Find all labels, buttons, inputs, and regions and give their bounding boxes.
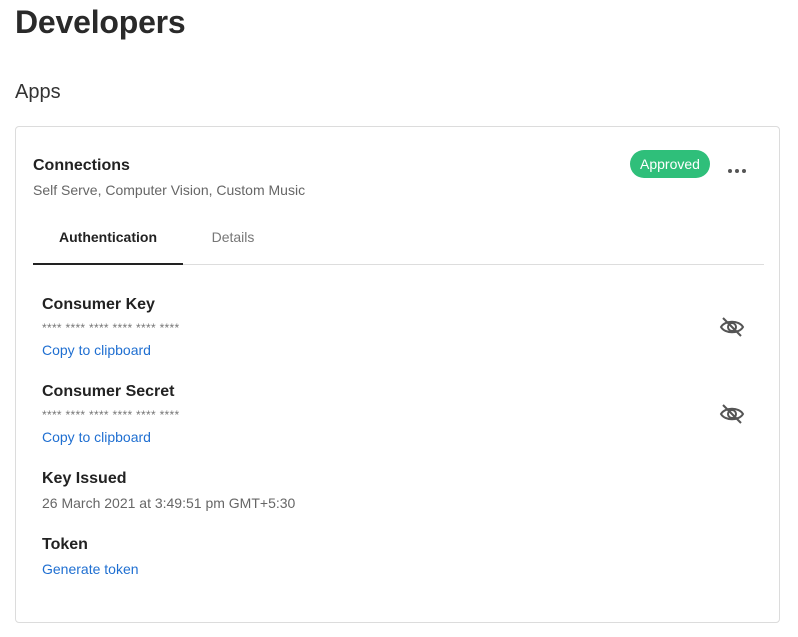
tab-bar: Authentication Details (33, 217, 764, 265)
more-options-button[interactable] (722, 157, 752, 185)
tab-authentication[interactable]: Authentication (33, 217, 183, 265)
consumer-key-label: Consumer Key (42, 296, 155, 313)
app-name: Connections (33, 157, 130, 174)
token-label: Token (42, 536, 88, 553)
consumer-secret-value: **** **** **** **** **** **** (42, 408, 180, 422)
tab-details[interactable]: Details (183, 217, 283, 263)
generate-token-link[interactable]: Generate token (42, 560, 139, 578)
status-badge: Approved (630, 150, 710, 178)
key-issued-value: 26 March 2021 at 3:49:51 pm GMT+5:30 (42, 495, 296, 511)
more-dot-icon (735, 169, 739, 173)
developers-page: Developers Apps Connections Self Serve, … (0, 0, 798, 637)
more-dot-icon (728, 169, 732, 173)
consumer-key-value: **** **** **** **** **** **** (42, 321, 180, 335)
eye-off-icon (719, 317, 745, 337)
consumer-secret-label: Consumer Secret (42, 383, 175, 400)
page-title: Developers (15, 4, 186, 40)
consumer-secret-copy-link[interactable]: Copy to clipboard (42, 428, 151, 446)
consumer-key-copy-link[interactable]: Copy to clipboard (42, 341, 151, 359)
app-subtitle: Self Serve, Computer Vision, Custom Musi… (33, 182, 306, 198)
more-dot-icon (742, 169, 746, 173)
consumer-secret-visibility-toggle[interactable] (718, 402, 746, 426)
section-title-apps: Apps (15, 81, 61, 103)
consumer-key-visibility-toggle[interactable] (718, 315, 746, 339)
key-issued-label: Key Issued (42, 470, 127, 487)
eye-off-icon (719, 404, 745, 424)
app-card: Connections Self Serve, Computer Vision,… (15, 126, 780, 623)
